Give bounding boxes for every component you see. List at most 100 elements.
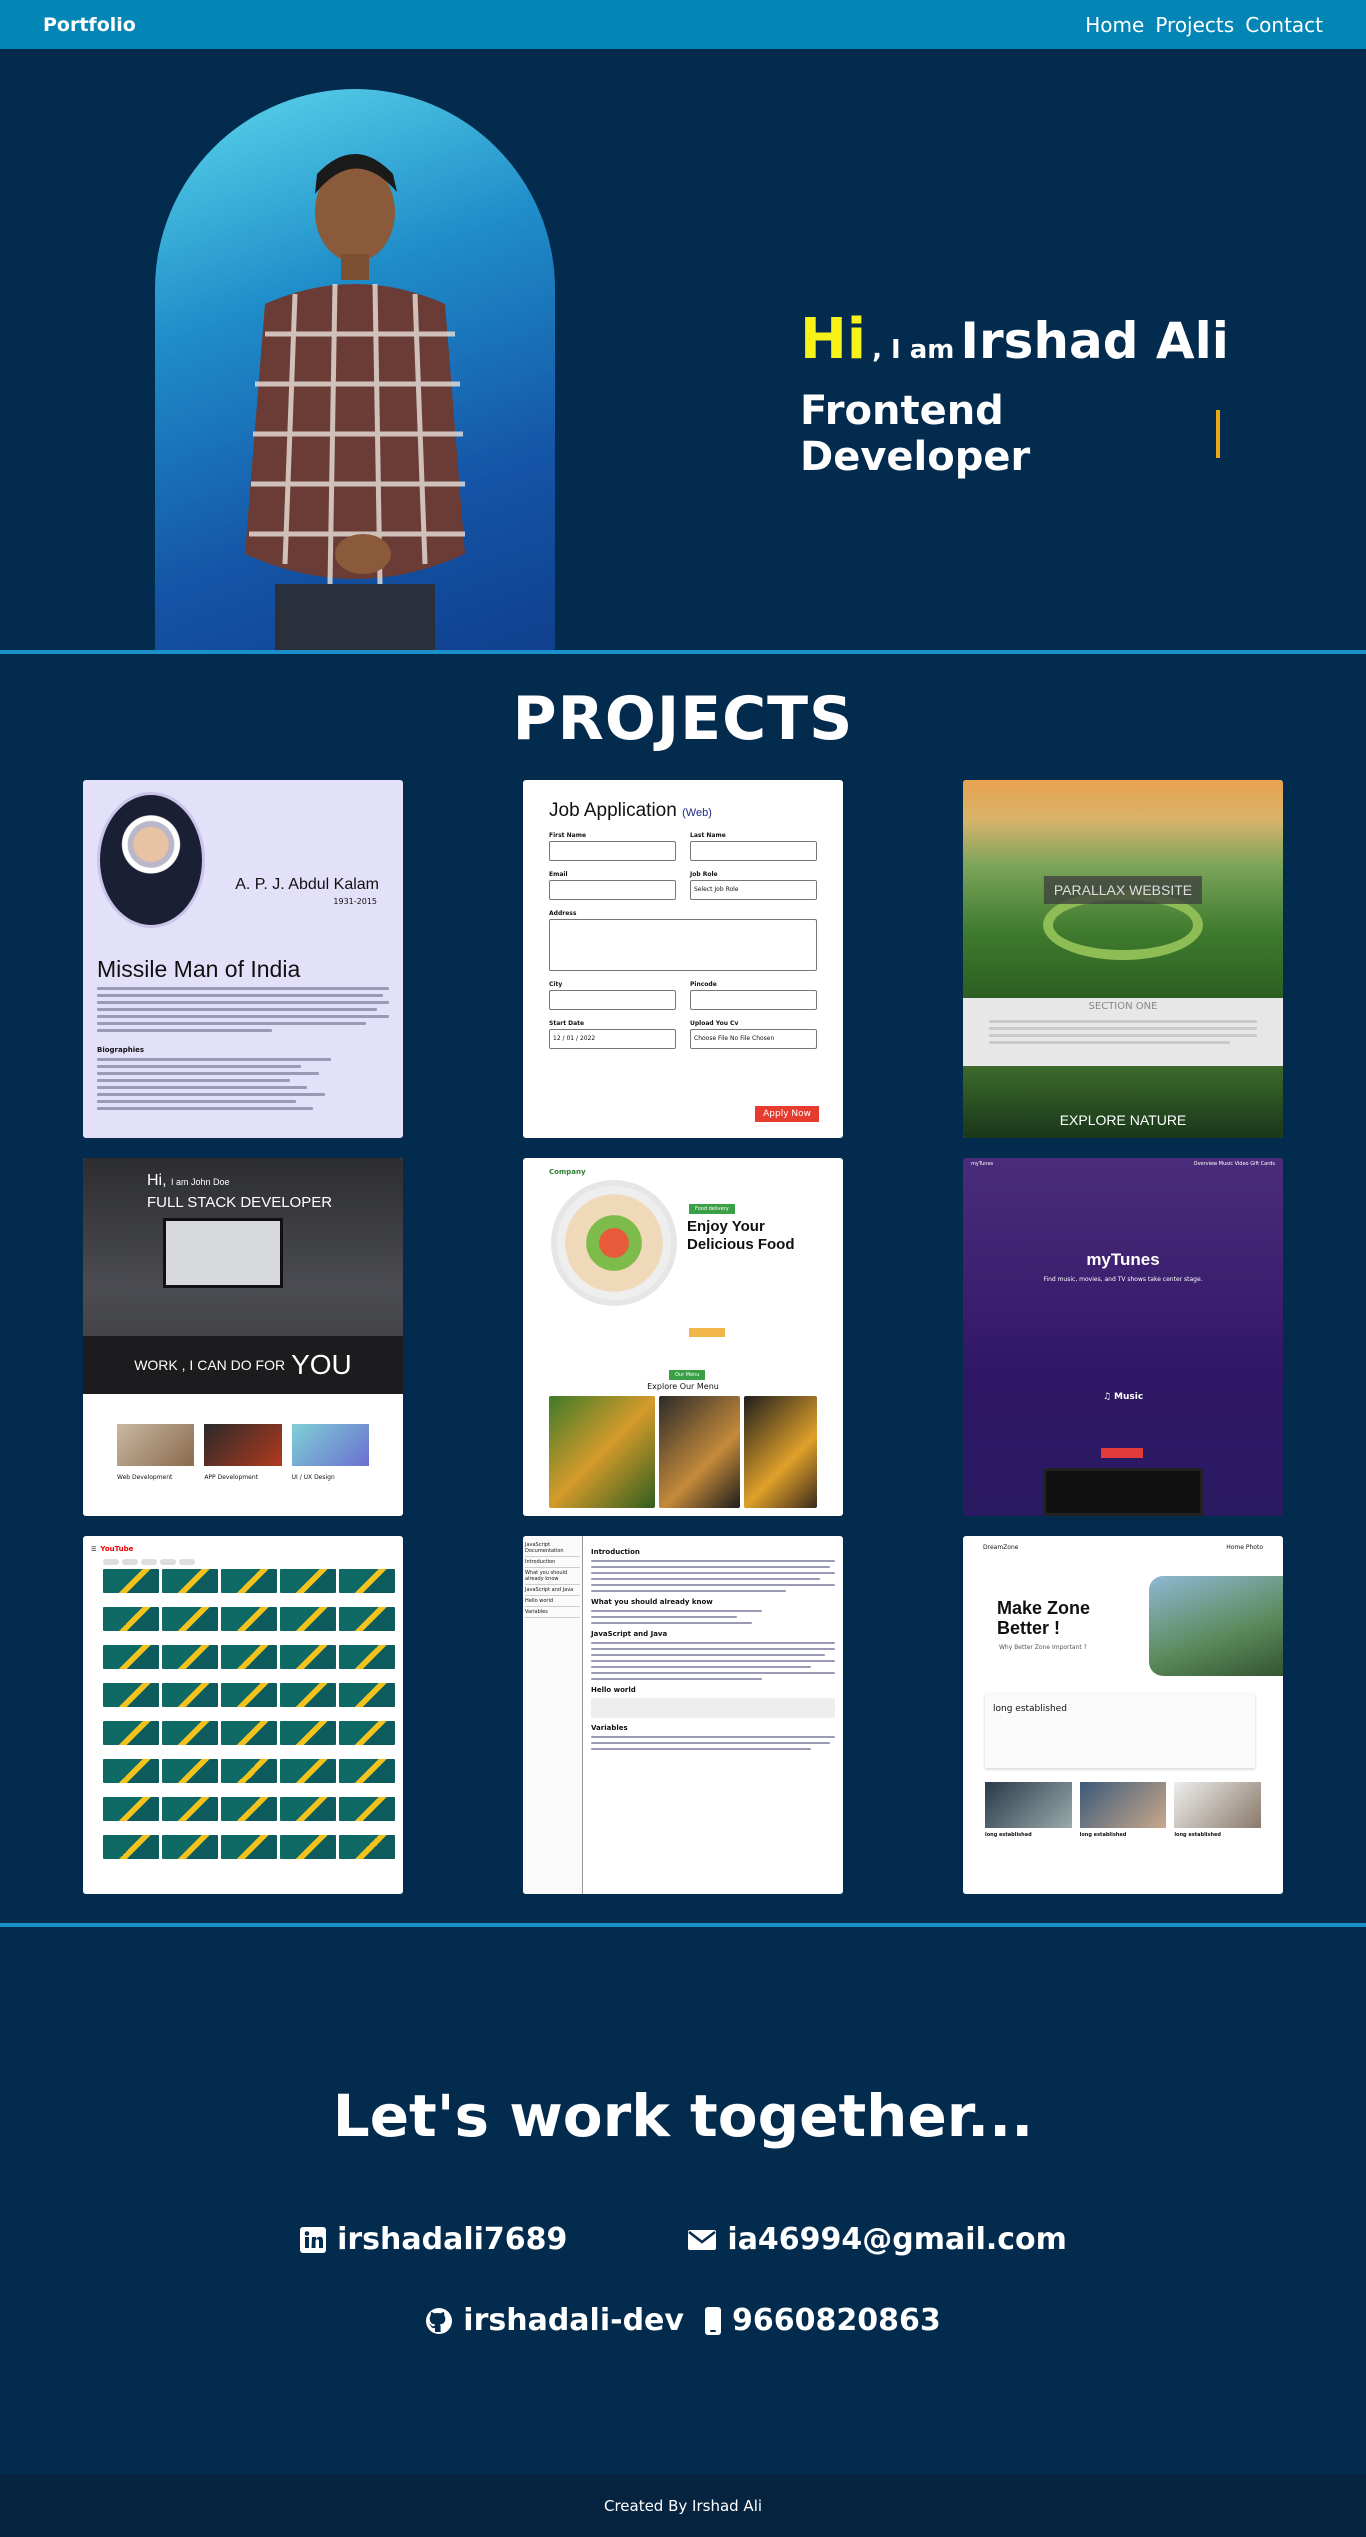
video-thumbnail[interactable] — [103, 1797, 159, 1831]
address-field[interactable] — [549, 919, 817, 971]
kalam-bio-heading: Biographies — [97, 1046, 145, 1054]
nav-link-projects[interactable]: Projects — [1155, 13, 1234, 37]
video-thumbnail[interactable] — [162, 1683, 218, 1717]
food-cta-button[interactable] — [689, 1328, 725, 1337]
first-name-label: First Name — [549, 832, 587, 839]
phone-link[interactable]: 9660820863 — [704, 2303, 941, 2338]
docs-sidebar-link[interactable]: What you should already know — [525, 1568, 580, 1585]
github-handle: irshadali-dev — [463, 2303, 684, 2338]
food-heading: Enjoy Your Delicious Food — [687, 1218, 795, 1254]
service-caption: Web Development — [117, 1474, 173, 1481]
email-field[interactable] — [549, 880, 676, 900]
video-thumbnail[interactable] — [280, 1759, 336, 1793]
fullstack-iam: I am John Doe — [171, 1177, 230, 1187]
video-thumbnail[interactable] — [221, 1835, 277, 1869]
job-role-select[interactable]: Select Job Role — [690, 880, 817, 900]
video-thumbnail[interactable] — [162, 1569, 218, 1603]
city-field[interactable] — [549, 990, 676, 1010]
start-date-field[interactable]: 12 / 01 / 2022 — [549, 1029, 676, 1049]
video-thumbnail[interactable] — [280, 1797, 336, 1831]
video-thumbnail[interactable] — [103, 1569, 159, 1603]
video-thumbnail[interactable] — [339, 1797, 395, 1831]
video-thumbnail[interactable] — [339, 1645, 395, 1679]
video-thumbnail[interactable] — [280, 1607, 336, 1641]
project-card-js-docs[interactable]: JavaScript Documentation Introduction Wh… — [523, 1536, 843, 1894]
video-thumbnail[interactable] — [162, 1645, 218, 1679]
mytunes-music-text: Music — [1114, 1392, 1144, 1402]
parallax-hero-image: PARALLAX WEBSITE — [963, 780, 1283, 998]
mytunes-music-heading: ♫ Music — [1102, 1392, 1144, 1402]
docs-sidebar-link[interactable]: Hello world — [525, 1596, 580, 1607]
video-thumbnail[interactable] — [221, 1645, 277, 1679]
docs-sidebar-link[interactable]: Variables — [525, 1607, 580, 1618]
video-thumbnail[interactable] — [221, 1683, 277, 1717]
food-menu-images — [549, 1396, 817, 1508]
project-card-youtube[interactable]: ☰ YouTube — [83, 1536, 403, 1894]
docs-text-lines — [591, 1736, 835, 1750]
pincode-field[interactable] — [690, 990, 817, 1010]
video-thumbnail[interactable] — [339, 1683, 395, 1717]
video-thumbnail[interactable] — [162, 1759, 218, 1793]
video-thumbnail[interactable] — [339, 1721, 395, 1755]
upload-label: Upload You Cv — [690, 1020, 739, 1027]
brand-logo[interactable]: Portfolio — [43, 14, 136, 36]
video-thumbnail[interactable] — [280, 1569, 336, 1603]
video-thumbnail[interactable] — [221, 1607, 277, 1641]
docs-sidebar-link[interactable]: JavaScript and Java — [525, 1585, 580, 1596]
hero-section: Hi , I am Irshad Ali Frontend Developer — [0, 49, 1366, 654]
video-thumbnail[interactable] — [162, 1797, 218, 1831]
apply-now-button[interactable]: Apply Now — [755, 1106, 819, 1122]
project-card-fullstack[interactable]: Hi, I am John Doe FULL STACK DEVELOPER W… — [83, 1158, 403, 1516]
video-thumbnail[interactable] — [162, 1835, 218, 1869]
linkedin-link[interactable]: irshadali7689 — [299, 2222, 567, 2257]
video-thumbnail[interactable] — [221, 1797, 277, 1831]
video-thumbnail[interactable] — [162, 1607, 218, 1641]
email-link[interactable]: ia46994@gmail.com — [687, 2222, 1067, 2257]
video-thumbnail[interactable] — [103, 1683, 159, 1717]
video-thumbnail[interactable] — [280, 1683, 336, 1717]
dreamzone-cards: long established long established long e… — [985, 1782, 1261, 1838]
video-thumbnail[interactable] — [103, 1759, 159, 1793]
github-link[interactable]: irshadali-dev — [425, 2303, 684, 2338]
kalam-photo — [97, 792, 205, 928]
video-thumbnail[interactable] — [103, 1721, 159, 1755]
video-thumbnail[interactable] — [221, 1721, 277, 1755]
video-thumbnail[interactable] — [103, 1645, 159, 1679]
docs-sidebar-link[interactable]: Introduction — [525, 1557, 580, 1568]
video-thumbnail[interactable] — [103, 1607, 159, 1641]
project-card-dreamzone[interactable]: DreamZone Home Photo Make Zone Better ! … — [963, 1536, 1283, 1894]
video-thumbnail[interactable] — [280, 1835, 336, 1869]
nav-link-home[interactable]: Home — [1085, 13, 1144, 37]
parallax-explore-label: EXPLORE NATURE — [1059, 1112, 1187, 1128]
youtube-topbar: ☰ YouTube — [91, 1542, 395, 1556]
video-thumbnail[interactable] — [221, 1569, 277, 1603]
project-card-job-application[interactable]: Job Application (Web) First Name Last Na… — [523, 780, 843, 1138]
video-thumbnail[interactable] — [162, 1721, 218, 1755]
project-card-mytunes[interactable]: myTunes Overview Music Video Gift Cards … — [963, 1158, 1283, 1516]
video-thumbnail[interactable] — [339, 1607, 395, 1641]
project-card-food[interactable]: Company Food delivery Enjoy Your Delicio… — [523, 1158, 843, 1516]
last-name-field[interactable] — [690, 841, 817, 861]
menu-icon: ☰ — [91, 1545, 97, 1553]
fullstack-monitor — [163, 1218, 283, 1288]
video-thumbnail[interactable] — [339, 1759, 395, 1793]
email-label: Email — [549, 871, 568, 878]
fullstack-work-text: WORK , I CAN DO FOR — [134, 1357, 286, 1373]
mytunes-cta-button[interactable] — [1101, 1448, 1143, 1458]
mytunes-device-image — [1043, 1468, 1203, 1516]
video-thumbnail[interactable] — [280, 1645, 336, 1679]
mytunes-nav: myTunes Overview Music Video Gift Cards — [963, 1158, 1283, 1172]
video-thumbnail[interactable] — [280, 1721, 336, 1755]
video-thumbnail[interactable] — [339, 1835, 395, 1869]
first-name-field[interactable] — [549, 841, 676, 861]
nav-link-contact[interactable]: Contact — [1245, 13, 1323, 37]
video-thumbnail[interactable] — [339, 1569, 395, 1603]
dreamzone-title: Make Zone Better ! — [997, 1598, 1090, 1638]
dreamzone-card: long established — [1174, 1782, 1261, 1838]
video-thumbnail[interactable] — [103, 1835, 159, 1869]
project-card-kalam[interactable]: A. P. J. Abdul Kalam 1931-2015 Missile M… — [83, 780, 403, 1138]
portrait-frame — [155, 89, 555, 650]
project-card-parallax[interactable]: PARALLAX WEBSITE SECTION ONE EXPLORE NAT… — [963, 780, 1283, 1138]
video-thumbnail[interactable] — [221, 1759, 277, 1793]
file-upload-field[interactable]: Choose File No File Chosen — [690, 1029, 817, 1049]
